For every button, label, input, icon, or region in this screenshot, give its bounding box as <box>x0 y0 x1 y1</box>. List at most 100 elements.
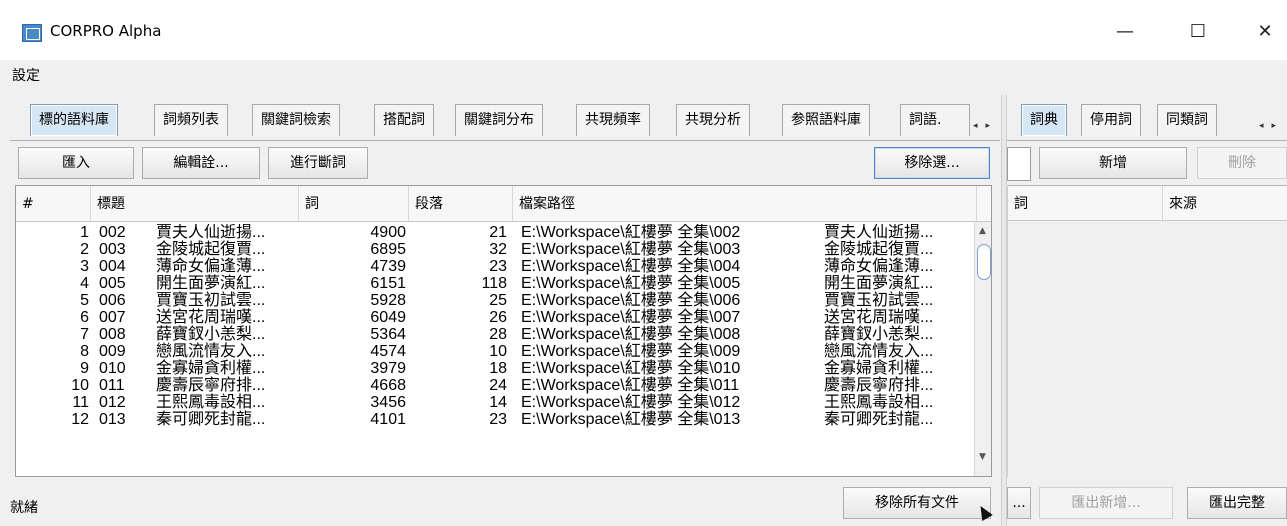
column-header-paragraphs[interactable]: 段落 <box>409 186 513 222</box>
row-file-title: 戀風流情友入... <box>824 343 934 360</box>
row-file-title: 薄命女偏逢薄... <box>824 258 934 275</box>
column-header-title[interactable]: 標題 <box>91 186 299 222</box>
row-index: 9 <box>80 360 89 377</box>
row-file-title: 金寡婦貪利權... <box>824 360 934 377</box>
row-word-count: 4739 <box>370 258 406 275</box>
delete-button[interactable]: 刪除 <box>1197 147 1287 179</box>
table-row[interactable]: 12 013 秦可卿死封龍... 4101 23 E:\Workspace\紅樓夢 全集\… <box>16 411 974 428</box>
table-row[interactable]: 5 006 賈寶玉初試雲... 5928 25 E:\Workspace\紅樓夢 全集\0… <box>16 292 974 309</box>
row-file-path: E:\Workspace\紅樓夢 全集\003 <box>521 241 741 258</box>
tab-scroll-arrows-icon[interactable]: ◂▸ <box>973 121 998 131</box>
tab-synonyms[interactable]: 同類詞 <box>1157 104 1217 136</box>
tab-word-frequency[interactable]: 詞頻列表 <box>154 104 228 136</box>
tab-words[interactable]: 詞語. <box>900 104 970 136</box>
table-scrollbar[interactable]: ▲ ▼ <box>974 222 991 476</box>
row-paragraph-count: 21 <box>489 224 507 241</box>
row-title: 薄命女偏逢薄... <box>156 258 266 275</box>
column-header-source[interactable]: 來源 <box>1163 186 1287 222</box>
status-text: 就緒 <box>10 500 38 516</box>
tab-keyword-search[interactable]: 關鍵詞檢索 <box>252 104 340 136</box>
row-title: 慶壽辰寧府排... <box>156 377 266 394</box>
row-file-title: 賈夫人仙逝揚... <box>824 224 934 241</box>
row-id: 005 <box>99 275 126 292</box>
row-file-path: E:\Workspace\紅樓夢 全集\006 <box>521 292 741 309</box>
tab-stopwords[interactable]: 停用詞 <box>1081 104 1141 136</box>
export-full-button[interactable]: 匯出完整 <box>1187 487 1287 519</box>
table-row[interactable]: 3 004 薄命女偏逢薄... 4739 23 E:\Workspace\紅樓夢 全集\0… <box>16 258 974 275</box>
row-id: 008 <box>99 326 126 343</box>
table-row[interactable]: 8 009 戀風流情友入... 4574 10 E:\Workspace\紅樓夢 全集\0… <box>16 343 974 360</box>
row-file-title: 金陵城起復賈... <box>824 241 934 258</box>
edit-metadata-button[interactable]: 編輯詮... <box>142 147 260 179</box>
row-word-count: 4900 <box>370 224 406 241</box>
export-new-button[interactable]: 匯出新增... <box>1039 487 1173 519</box>
right-tab-scroll-arrows-icon[interactable]: ◂▸ <box>1259 121 1284 131</box>
column-header-words[interactable]: 詞 <box>299 186 409 222</box>
close-button[interactable]: ✕ <box>1243 14 1287 50</box>
row-file-path: E:\Workspace\紅樓夢 全集\008 <box>521 326 741 343</box>
row-paragraph-count: 26 <box>489 309 507 326</box>
row-id: 007 <box>99 309 126 326</box>
row-file-path: E:\Workspace\紅樓夢 全集\012 <box>521 394 741 411</box>
column-header-word[interactable]: 詞 <box>1008 186 1163 222</box>
row-id: 013 <box>99 411 126 428</box>
table-header: # 標題 詞 段落 檔案路徑 <box>16 186 991 222</box>
more-button[interactable]: ... <box>1007 487 1031 519</box>
row-file-path: E:\Workspace\紅樓夢 全集\010 <box>521 360 741 377</box>
row-title: 金寡婦貪利權... <box>156 360 266 377</box>
row-paragraph-count: 23 <box>489 411 507 428</box>
table-row[interactable]: 1 002 賈夫人仙逝揚... 4900 21 E:\Workspace\紅樓夢 全集\0… <box>16 224 974 241</box>
table-row[interactable]: 9 010 金寡婦貪利權... 3979 18 E:\Workspace\紅樓夢 全集\0… <box>16 360 974 377</box>
table-row[interactable]: 10 011 慶壽辰寧府排... 4668 24 E:\Workspace\紅樓夢 全集\… <box>16 377 974 394</box>
row-title: 賈寶玉初試雲... <box>156 292 266 309</box>
import-button[interactable]: 匯入 <box>18 147 134 179</box>
table-row[interactable]: 6 007 送宮花周瑞嘆... 6049 26 E:\Workspace\紅樓夢 全集\0… <box>16 309 974 326</box>
row-word-count: 3979 <box>370 360 406 377</box>
row-paragraph-count: 25 <box>489 292 507 309</box>
tab-dictionary[interactable]: 詞典 <box>1021 104 1067 136</box>
corpus-table: # 標題 詞 段落 檔案路徑 1 002 賈夫人仙逝揚... 4900 21 E:\Wor… <box>15 185 992 477</box>
row-paragraph-count: 24 <box>489 377 507 394</box>
maximize-button[interactable]: ☐ <box>1176 14 1220 50</box>
row-id: 009 <box>99 343 126 360</box>
row-index: 4 <box>80 275 89 292</box>
minimize-button[interactable]: — <box>1103 14 1147 50</box>
tab-keyword-distribution[interactable]: 關鍵詞分布 <box>455 104 543 136</box>
row-paragraph-count: 23 <box>489 258 507 275</box>
segment-button[interactable]: 進行斷詞 <box>268 147 368 179</box>
menu-settings[interactable]: 設定 <box>12 65 40 85</box>
right-pane: 詞典 停用詞 同類詞 ◂▸ 新增 刪除 詞 來源 ... 匯出新增... 匯出完… <box>1007 95 1287 525</box>
add-button[interactable]: 新增 <box>1039 147 1187 179</box>
table-row[interactable]: 11 012 王熙鳳毒設相... 3456 14 E:\Workspace\紅樓夢 全集\… <box>16 394 974 411</box>
row-paragraph-count: 32 <box>489 241 507 258</box>
table-row[interactable]: 2 003 金陵城起復賈... 6895 32 E:\Workspace\紅樓夢 全集\0… <box>16 241 974 258</box>
scroll-down-icon[interactable]: ▼ <box>979 452 986 462</box>
row-index: 1 <box>80 224 89 241</box>
row-file-path: E:\Workspace\紅樓夢 全集\002 <box>521 224 741 241</box>
row-file-path: E:\Workspace\紅樓夢 全集\005 <box>521 275 741 292</box>
tab-cooccurrence-analysis[interactable]: 共現分析 <box>676 104 750 136</box>
row-id: 012 <box>99 394 126 411</box>
tab-collocation[interactable]: 搭配詞 <box>374 104 434 136</box>
tab-target-corpus[interactable]: 標的語料庫 <box>30 104 118 136</box>
row-index: 7 <box>80 326 89 343</box>
row-file-title: 王熙鳳毒設相... <box>824 394 934 411</box>
app-logo-icon <box>22 24 42 42</box>
window-title: CORPRO Alpha <box>50 22 162 40</box>
row-word-count: 6151 <box>370 275 406 292</box>
row-id: 004 <box>99 258 126 275</box>
column-header-index[interactable]: # <box>16 186 91 222</box>
status-bar: 就緒 移除所有文件 <box>10 485 1000 525</box>
row-index: 12 <box>71 411 89 428</box>
menu-bar: 設定 <box>0 60 1287 90</box>
column-header-file-path[interactable]: 檔案路徑 <box>513 186 977 222</box>
scroll-up-icon[interactable]: ▲ <box>979 226 986 236</box>
table-row[interactable]: 4 005 開生面夢演紅... 6151 118 E:\Workspace\紅樓夢 全集\… <box>16 275 974 292</box>
tab-cooccurrence-frequency[interactable]: 共現頻率 <box>576 104 650 136</box>
tab-reference-corpus[interactable]: 参照語料庫 <box>782 104 870 136</box>
remove-selected-button[interactable]: 移除選... <box>874 147 990 179</box>
scroll-thumb[interactable] <box>977 244 991 280</box>
remove-all-files-button[interactable]: 移除所有文件 <box>843 487 991 519</box>
dictionary-input[interactable] <box>1007 147 1031 181</box>
table-row[interactable]: 7 008 薛寶釵小恙梨... 5364 28 E:\Workspace\紅樓夢 全集\0… <box>16 326 974 343</box>
